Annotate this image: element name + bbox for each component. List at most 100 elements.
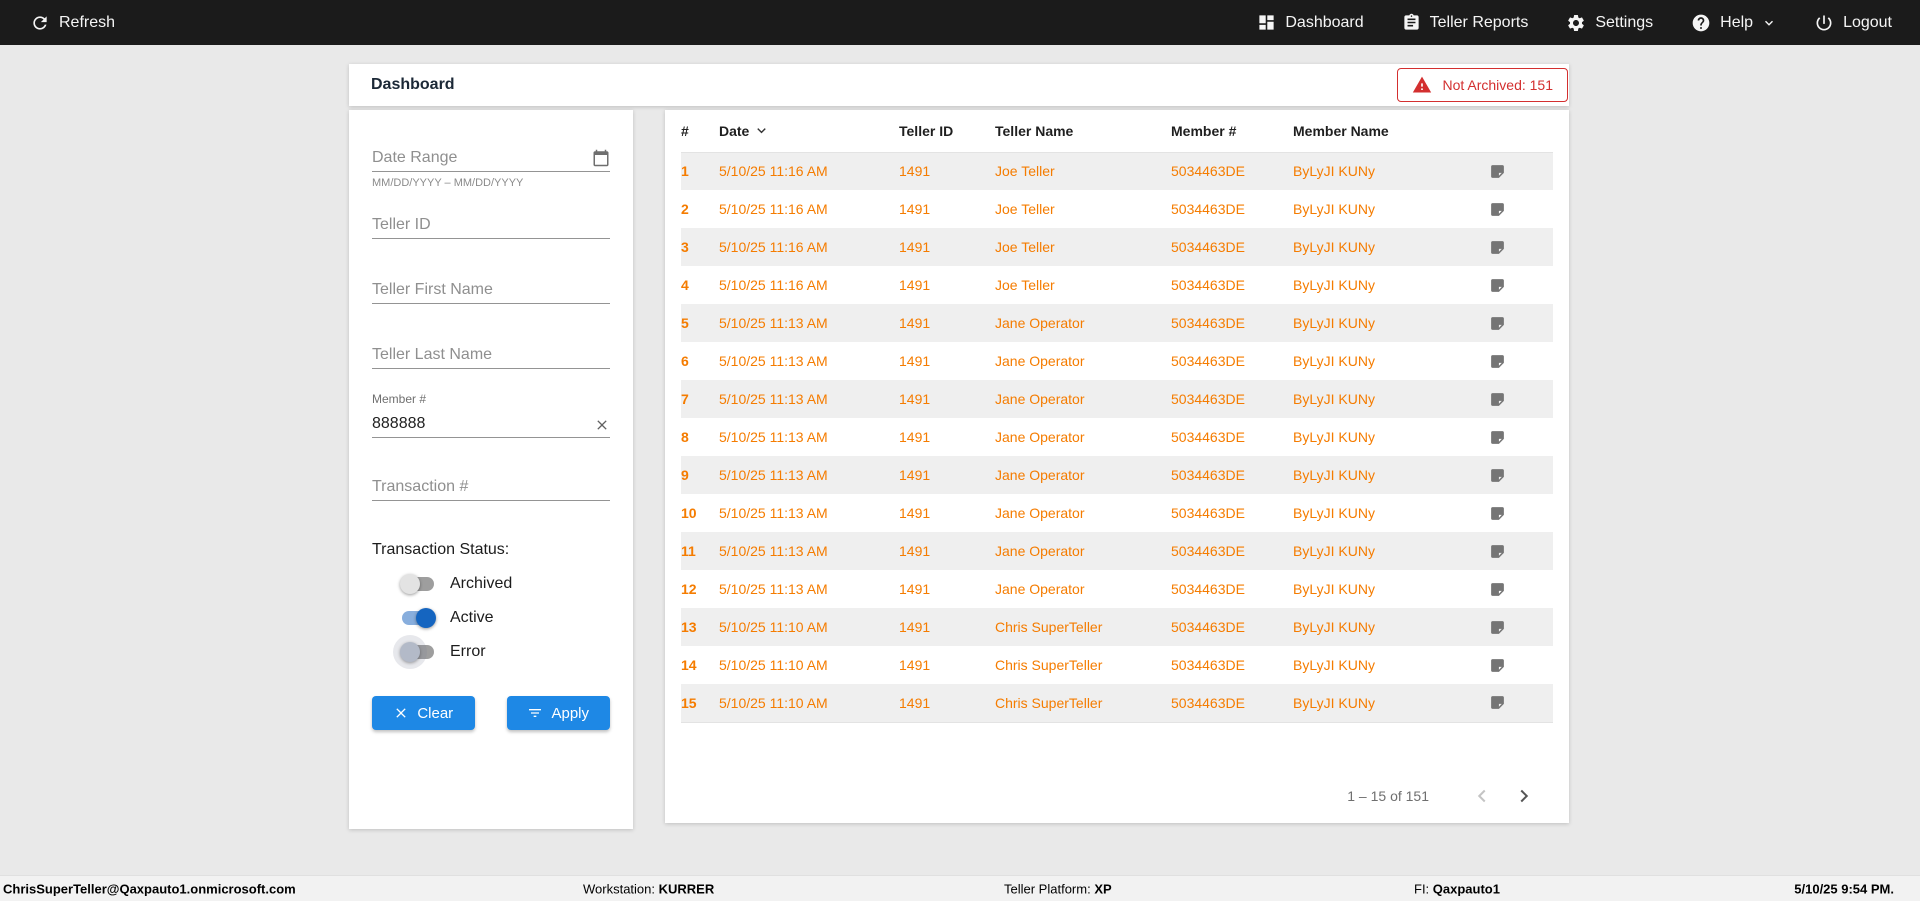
apply-button[interactable]: Apply bbox=[506, 696, 610, 730]
cell-num: 9 bbox=[681, 467, 689, 483]
gear-icon bbox=[1566, 13, 1586, 33]
error-switch[interactable] bbox=[400, 642, 436, 662]
refresh-button[interactable]: Refresh bbox=[30, 13, 115, 33]
note-icon[interactable] bbox=[1489, 532, 1553, 570]
teller-reports-icon bbox=[1402, 13, 1421, 32]
table-row[interactable]: 1 5/10/25 11:16 AM 1491 Joe Teller 50344… bbox=[681, 152, 1553, 190]
col-header-member-number[interactable]: Member # bbox=[1171, 110, 1293, 153]
clear-button[interactable]: Clear bbox=[372, 696, 475, 730]
table-row[interactable]: 13 5/10/25 11:10 AM 1491 Chris SuperTell… bbox=[681, 608, 1553, 646]
note-icon[interactable] bbox=[1489, 418, 1553, 456]
cell-teller-name: Joe Teller bbox=[995, 201, 1055, 217]
active-switch[interactable] bbox=[400, 608, 436, 628]
toggle-error[interactable]: Error bbox=[372, 635, 610, 669]
cell-member-name: ByLyJI KUNy bbox=[1293, 619, 1375, 635]
nav-teller-reports[interactable]: Teller Reports bbox=[1402, 13, 1528, 32]
note-icon[interactable] bbox=[1489, 608, 1553, 646]
table-row[interactable]: 15 5/10/25 11:10 AM 1491 Chris SuperTell… bbox=[681, 684, 1553, 722]
dashboard-icon bbox=[1257, 13, 1276, 32]
teller-last-name-input[interactable] bbox=[372, 346, 610, 364]
toggle-archived[interactable]: Archived bbox=[372, 567, 610, 601]
cell-member-name: ByLyJI KUNy bbox=[1293, 239, 1375, 255]
col-header-teller-name[interactable]: Teller Name bbox=[995, 110, 1171, 153]
transaction-number-input[interactable] bbox=[372, 478, 610, 496]
cell-teller-id: 1491 bbox=[899, 315, 931, 331]
cell-teller-id: 1491 bbox=[899, 619, 931, 635]
note-icon[interactable] bbox=[1489, 342, 1553, 380]
filter-panel: MM/DD/YYYY – MM/DD/YYYY Member # bbox=[349, 110, 633, 829]
note-icon[interactable] bbox=[1489, 570, 1553, 608]
table-row[interactable]: 9 5/10/25 11:13 AM 1491 Jane Operator 50… bbox=[681, 456, 1553, 494]
nav-help[interactable]: Help bbox=[1691, 13, 1776, 33]
cell-teller-name: Jane Operator bbox=[995, 391, 1085, 407]
cell-date: 5/10/25 11:16 AM bbox=[719, 163, 828, 180]
member-number-input[interactable] bbox=[372, 415, 588, 433]
cell-teller-name: Jane Operator bbox=[995, 543, 1085, 559]
cell-teller-id: 1491 bbox=[899, 277, 931, 293]
col-header-date[interactable]: Date bbox=[719, 110, 899, 153]
cell-num: 2 bbox=[681, 201, 689, 217]
table-row[interactable]: 8 5/10/25 11:13 AM 1491 Jane Operator 50… bbox=[681, 418, 1553, 456]
chevron-left-icon[interactable] bbox=[1471, 785, 1493, 807]
note-icon[interactable] bbox=[1489, 228, 1553, 266]
cell-member-number: 5034463DE bbox=[1171, 657, 1245, 673]
cell-member-number: 5034463DE bbox=[1171, 391, 1245, 407]
cell-date: 5/10/25 11:10 AM bbox=[719, 619, 828, 635]
note-icon[interactable] bbox=[1489, 152, 1553, 190]
table-row[interactable]: 12 5/10/25 11:13 AM 1491 Jane Operator 5… bbox=[681, 570, 1553, 608]
note-icon[interactable] bbox=[1489, 304, 1553, 342]
cell-member-number: 5034463DE bbox=[1171, 429, 1245, 445]
table-row[interactable]: 7 5/10/25 11:13 AM 1491 Jane Operator 50… bbox=[681, 380, 1553, 418]
archived-switch[interactable] bbox=[400, 574, 436, 594]
pagination-range: 1 – 15 of 151 bbox=[1347, 788, 1429, 804]
note-icon[interactable] bbox=[1489, 380, 1553, 418]
cell-teller-name: Joe Teller bbox=[995, 277, 1055, 293]
table-row[interactable]: 3 5/10/25 11:16 AM 1491 Joe Teller 50344… bbox=[681, 228, 1553, 266]
cell-teller-id: 1491 bbox=[899, 239, 931, 255]
note-icon[interactable] bbox=[1489, 456, 1553, 494]
cell-num: 4 bbox=[681, 277, 689, 293]
cell-member-name: ByLyJI KUNy bbox=[1293, 201, 1375, 217]
cell-teller-name: Chris SuperTeller bbox=[995, 694, 1103, 711]
note-icon[interactable] bbox=[1489, 190, 1553, 228]
note-icon[interactable] bbox=[1489, 266, 1553, 304]
col-header-teller-id[interactable]: Teller ID bbox=[899, 110, 995, 153]
cell-date: 5/10/25 11:16 AM bbox=[719, 239, 828, 255]
table-row[interactable]: 5 5/10/25 11:13 AM 1491 Jane Operator 50… bbox=[681, 304, 1553, 342]
note-icon[interactable] bbox=[1489, 684, 1553, 722]
cell-num: 6 bbox=[681, 353, 689, 369]
note-icon[interactable] bbox=[1489, 494, 1553, 532]
cell-date: 5/10/25 11:13 AM bbox=[719, 391, 828, 407]
cell-member-number: 5034463DE bbox=[1171, 694, 1245, 711]
cell-num: 14 bbox=[681, 657, 697, 673]
chevron-down-icon bbox=[1762, 16, 1776, 30]
teller-first-name-input[interactable] bbox=[372, 281, 610, 299]
cell-member-number: 5034463DE bbox=[1171, 581, 1245, 597]
nav-logout[interactable]: Logout bbox=[1814, 13, 1892, 33]
table-row[interactable]: 10 5/10/25 11:13 AM 1491 Jane Operator 5… bbox=[681, 494, 1553, 532]
page: Dashboard Not Archived: 151 MM/DD/YYYY –… bbox=[0, 45, 1920, 875]
table-row[interactable]: 4 5/10/25 11:16 AM 1491 Joe Teller 50344… bbox=[681, 266, 1553, 304]
date-range-input[interactable] bbox=[372, 149, 586, 167]
calendar-icon[interactable] bbox=[592, 149, 610, 167]
cell-teller-name: Jane Operator bbox=[995, 505, 1085, 521]
table-row[interactable]: 11 5/10/25 11:13 AM 1491 Jane Operator 5… bbox=[681, 532, 1553, 570]
nav-settings[interactable]: Settings bbox=[1566, 13, 1653, 33]
table-row[interactable]: 6 5/10/25 11:13 AM 1491 Jane Operator 50… bbox=[681, 342, 1553, 380]
chevron-right-icon[interactable] bbox=[1513, 785, 1535, 807]
col-header-member-name[interactable]: Member Name bbox=[1293, 110, 1489, 153]
table-row[interactable]: 2 5/10/25 11:16 AM 1491 Joe Teller 50344… bbox=[681, 190, 1553, 228]
member-clear-button[interactable] bbox=[594, 417, 610, 433]
not-archived-badge[interactable]: Not Archived: 151 bbox=[1397, 68, 1568, 102]
nav-dashboard[interactable]: Dashboard bbox=[1257, 13, 1364, 32]
transaction-number-field bbox=[372, 471, 610, 501]
cell-member-name: ByLyJI KUNy bbox=[1293, 543, 1375, 559]
cell-teller-id: 1491 bbox=[899, 163, 931, 180]
nav-help-label: Help bbox=[1720, 13, 1754, 31]
statusbar: ChrisSuperTeller@Qaxpauto1.onmicrosoft.c… bbox=[0, 875, 1920, 901]
toggle-active[interactable]: Active bbox=[372, 601, 610, 635]
cell-teller-name: Jane Operator bbox=[995, 581, 1085, 597]
teller-id-input[interactable] bbox=[372, 216, 610, 234]
note-icon[interactable] bbox=[1489, 646, 1553, 684]
table-row[interactable]: 14 5/10/25 11:10 AM 1491 Chris SuperTell… bbox=[681, 646, 1553, 684]
